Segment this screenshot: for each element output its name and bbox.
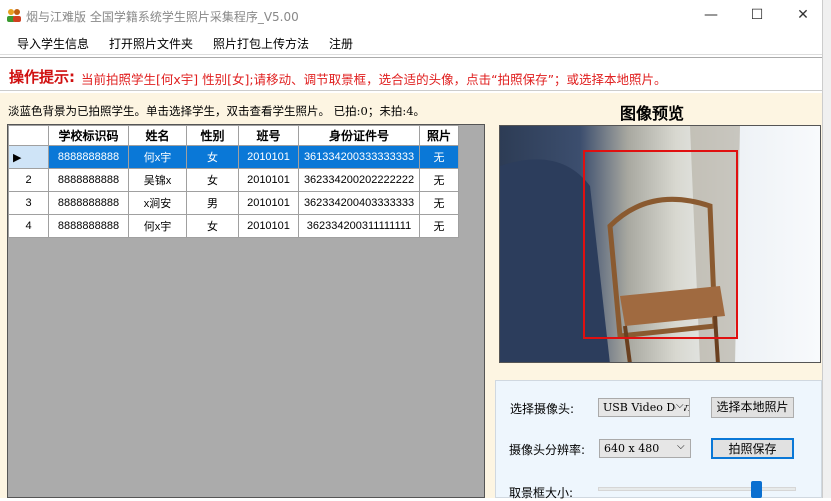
chevron-down-icon: ⌵ <box>677 441 685 452</box>
cell-id-number[interactable]: 362334200403333333 <box>298 191 420 215</box>
close-button[interactable]: ✕ <box>780 0 826 30</box>
window-title: 烟与江难版 全国学籍系统学生照片采集程序_V5.00 <box>26 10 299 24</box>
row-header-corner <box>8 125 49 146</box>
col-name[interactable]: 姓名 <box>128 125 187 146</box>
cell-school-code[interactable]: 8888888888 <box>48 191 129 215</box>
table-row[interactable]: 4 8888888888 何x宇女 2010101 362334200311111111… <box>8 214 459 238</box>
cell-class[interactable]: 2010101 <box>238 168 299 192</box>
prompt-label: 操作提示: <box>9 68 75 86</box>
cell-gender[interactable]: 女 <box>186 214 239 238</box>
prompt-text: 当前拍照学生[何x宇] 性别[女];请移动、调节取景框，选合适的头像，点击“拍照… <box>81 72 667 87</box>
cell-class[interactable]: 2010101 <box>238 191 299 215</box>
col-school-code[interactable]: 学校标识码 <box>48 125 129 146</box>
window-edge <box>822 0 831 498</box>
menu-register[interactable]: 注册 <box>329 35 353 52</box>
table-row[interactable]: 2 8888888888 吴锦x 女 2010101 362334200202222222… <box>8 168 459 192</box>
maximize-button[interactable]: ☐ <box>734 0 780 30</box>
cell-name[interactable]: 何x宇 <box>128 145 187 169</box>
cell-photo[interactable]: 无 <box>419 145 459 169</box>
table-row[interactable]: 3 8888888888 x涧安男 2010101 362334200403333333… <box>8 191 459 215</box>
row-header[interactable]: 3 <box>8 191 49 215</box>
header-row: 学校标识码 姓名 性别 班号 身份证件号 照片 <box>8 125 459 146</box>
col-class[interactable]: 班号 <box>238 125 299 146</box>
cell-school-code[interactable]: 8888888888 <box>48 145 129 169</box>
cell-gender[interactable]: 男 <box>186 191 239 215</box>
col-photo[interactable]: 照片 <box>419 125 459 146</box>
crop-frame[interactable] <box>583 150 738 339</box>
cell-school-code[interactable]: 8888888888 <box>48 168 129 192</box>
cell-name[interactable]: 吴锦x <box>128 168 187 192</box>
cell-id-number[interactable]: 362334200311111111 <box>298 214 420 238</box>
cell-gender[interactable]: 女 <box>186 145 239 169</box>
app-users-icon <box>6 8 22 22</box>
col-gender[interactable]: 性别 <box>186 125 239 146</box>
cell-class[interactable]: 2010101 <box>238 214 299 238</box>
menu-upload-method[interactable]: 照片打包上传方法 <box>213 35 309 52</box>
cell-photo[interactable]: 无 <box>419 191 459 215</box>
row-header[interactable]: ▶ <box>8 145 49 169</box>
row-header[interactable]: 2 <box>8 168 49 192</box>
row-header[interactable]: 4 <box>8 214 49 238</box>
cell-school-code[interactable]: 8888888888 <box>48 214 129 238</box>
status-info: 淡蓝色背景为已拍照学生。单击选择学生，双击查看学生照片。 已拍:0；未拍:4。 <box>8 104 426 118</box>
camera-label: 选择摄像头: <box>510 402 575 416</box>
frame-size-slider[interactable] <box>598 487 796 491</box>
cell-name[interactable]: x涧安 <box>128 191 187 215</box>
menu-import-students[interactable]: 导入学生信息 <box>17 35 89 52</box>
table-row[interactable]: ▶ 8888888888 何x宇女 2010101 361334200333333333… <box>8 145 459 169</box>
chevron-down-icon: ⌵ <box>676 400 684 411</box>
col-id-number[interactable]: 身份证件号 <box>298 125 420 146</box>
select-local-photo-button[interactable]: 选择本地照片 <box>711 397 794 418</box>
cell-name[interactable]: 何x宇 <box>128 214 187 238</box>
cell-class[interactable]: 2010101 <box>238 145 299 169</box>
menu-open-photo-folder[interactable]: 打开照片文件夹 <box>109 35 193 52</box>
resolution-select-value: 640 x 480 <box>604 442 660 455</box>
capture-save-button[interactable]: 拍照保存 <box>711 438 794 459</box>
minimize-button[interactable]: — <box>688 0 734 30</box>
frame-size-label: 取景框大小: <box>509 486 574 500</box>
student-grid[interactable]: 学校标识码 姓名 性别 班号 身份证件号 照片 ▶ 8888888888 何x宇女 2… <box>7 124 485 498</box>
cell-id-number[interactable]: 362334200202222222 <box>298 168 420 192</box>
slider-thumb[interactable] <box>751 481 763 498</box>
resolution-label: 摄像头分辨率: <box>509 443 586 457</box>
cell-id-number[interactable]: 361334200333333333 <box>298 145 420 169</box>
cell-gender[interactable]: 女 <box>186 168 239 192</box>
cell-photo[interactable]: 无 <box>419 168 459 192</box>
preview-title: 图像预览 <box>620 104 685 123</box>
cell-photo[interactable]: 无 <box>419 214 459 238</box>
